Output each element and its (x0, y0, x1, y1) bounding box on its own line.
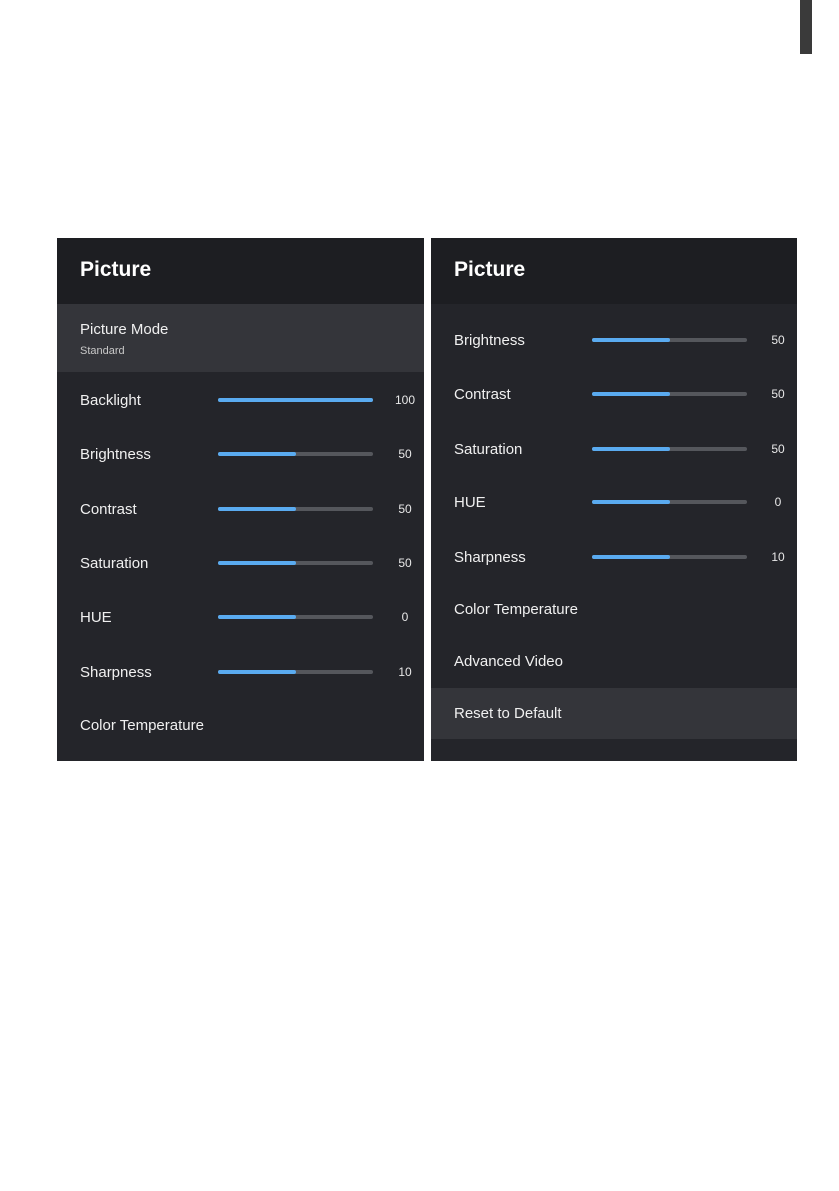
picture-mode-item[interactable]: Picture Mode Standard (57, 304, 424, 372)
slider-label: Saturation (80, 555, 149, 572)
menu-item-color-temperature[interactable]: Color Temperature (431, 583, 797, 635)
slider-value: 50 (771, 387, 785, 401)
slider-row-brightness[interactable]: Brightness 50 (431, 312, 797, 366)
menu-item-label: Color Temperature (454, 601, 578, 618)
slider-fill (218, 452, 296, 456)
menu-item-label: Reset to Default (454, 705, 562, 722)
saturation-slider[interactable] (218, 561, 373, 565)
sharpness-slider[interactable] (592, 555, 747, 559)
panel-title: Picture (80, 258, 152, 281)
menu-item-advanced-video[interactable]: Advanced Video (431, 635, 797, 687)
panel-header: Picture (57, 238, 424, 304)
slider-fill (218, 615, 296, 619)
contrast-slider[interactable] (592, 392, 747, 396)
slider-row-contrast[interactable]: Contrast 50 (57, 481, 424, 535)
slider-row-contrast[interactable]: Contrast 50 (431, 366, 797, 420)
picture-mode-label: Picture Mode (80, 321, 169, 338)
slider-value: 10 (398, 665, 412, 679)
backlight-slider[interactable] (218, 398, 373, 402)
panel-header: Picture (431, 238, 797, 304)
hue-slider[interactable] (218, 615, 373, 619)
slider-row-sharpness[interactable]: Sharpness 10 (431, 529, 797, 583)
slider-label: HUE (454, 494, 486, 511)
slider-label: Contrast (80, 501, 137, 518)
slider-fill (218, 507, 296, 511)
slider-fill (592, 555, 670, 559)
slider-row-hue[interactable]: HUE 0 (431, 475, 797, 529)
slider-row-brightness[interactable]: Brightness 50 (57, 426, 424, 481)
slider-row-saturation[interactable]: Saturation 50 (57, 535, 424, 590)
slider-value: 50 (398, 556, 412, 570)
slider-row-hue[interactable]: HUE 0 (57, 590, 424, 644)
slider-fill (592, 338, 670, 342)
slider-value: 50 (398, 502, 412, 516)
picture-mode-value: Standard (80, 345, 125, 357)
picture-settings-panel-left: Picture Picture Mode Standard Backlight … (57, 238, 424, 761)
panel-title: Picture (454, 258, 526, 281)
slider-value: 100 (394, 393, 416, 407)
slider-row-sharpness[interactable]: Sharpness 10 (57, 644, 424, 699)
slider-fill (218, 670, 296, 674)
slider-fill (592, 392, 670, 396)
slider-value: 0 (401, 610, 409, 624)
menu-item-label: Color Temperature (80, 717, 204, 734)
slider-row-saturation[interactable]: Saturation 50 (431, 420, 797, 475)
slider-label: Brightness (454, 332, 525, 349)
hue-slider[interactable] (592, 500, 747, 504)
sharpness-slider[interactable] (218, 670, 373, 674)
menu-item-label: Advanced Video (454, 653, 563, 670)
picture-settings-panel-right: Picture Brightness 50 Contrast 50 Satura… (431, 238, 797, 761)
brightness-slider[interactable] (592, 338, 747, 342)
slider-value: 50 (771, 333, 785, 347)
slider-label: Sharpness (454, 549, 526, 566)
page-corner-mark (800, 0, 812, 54)
saturation-slider[interactable] (592, 447, 747, 451)
slider-value: 50 (771, 442, 785, 456)
menu-item-reset-to-default[interactable]: Reset to Default (431, 688, 797, 739)
slider-value: 50 (398, 447, 412, 461)
slider-row-backlight[interactable]: Backlight 100 (57, 372, 424, 426)
slider-label: HUE (80, 609, 112, 626)
slider-fill (592, 500, 670, 504)
contrast-slider[interactable] (218, 507, 373, 511)
slider-label: Saturation (454, 441, 523, 458)
slider-label: Brightness (80, 446, 151, 463)
slider-value: 0 (774, 495, 782, 509)
slider-fill (218, 561, 296, 565)
slider-value: 10 (771, 550, 785, 564)
slider-fill (592, 447, 670, 451)
menu-item-color-temperature[interactable]: Color Temperature (57, 699, 424, 751)
slider-label: Sharpness (80, 664, 152, 681)
slider-label: Contrast (454, 386, 511, 403)
slider-fill (218, 398, 373, 402)
brightness-slider[interactable] (218, 452, 373, 456)
slider-label: Backlight (80, 392, 141, 409)
